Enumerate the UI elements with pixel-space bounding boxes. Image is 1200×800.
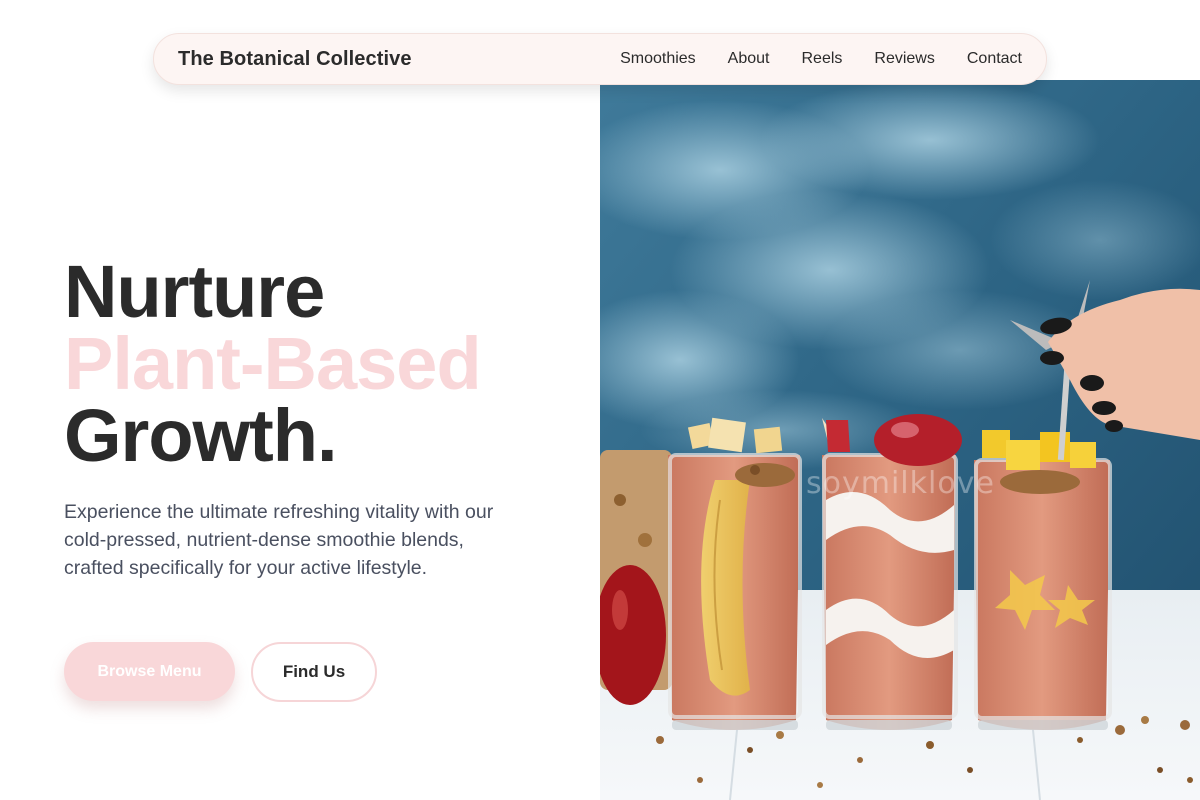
hero-description: Experience the ultimate refreshing vital… [64, 501, 494, 579]
nav-link-contact[interactable]: Contact [967, 50, 1022, 68]
headline-line-2-accent: Plant-Based [64, 322, 482, 405]
nav-link-reviews[interactable]: Reviews [874, 50, 934, 68]
glass-banana [668, 417, 802, 730]
headline-line-1: Nurture [64, 250, 325, 333]
brand-logo-text[interactable]: The Botanical Collective [178, 48, 412, 71]
nav-link-smoothies[interactable]: Smoothies [620, 50, 696, 68]
image-watermark: soymilklove [806, 466, 995, 501]
glass-yogurt [822, 414, 962, 730]
headline-line-3: Growth. [64, 394, 338, 477]
nav-link-reels[interactable]: Reels [801, 50, 842, 68]
hero-image: soymilklove [600, 80, 1200, 800]
nav-links: Smoothies About Reels Reviews Contact [620, 50, 1022, 68]
page: soymilklove The Botanical Collective Smo… [0, 0, 1200, 800]
browse-menu-button[interactable]: Browse Menu [64, 642, 235, 701]
hero-headline: Nurture Plant-Based Growth. [64, 250, 482, 477]
nav-link-about[interactable]: About [728, 50, 770, 68]
find-us-button[interactable]: Find Us [251, 642, 377, 702]
navbar: The Botanical Collective Smoothies About… [153, 33, 1047, 85]
smoothie-photo [600, 80, 1200, 800]
